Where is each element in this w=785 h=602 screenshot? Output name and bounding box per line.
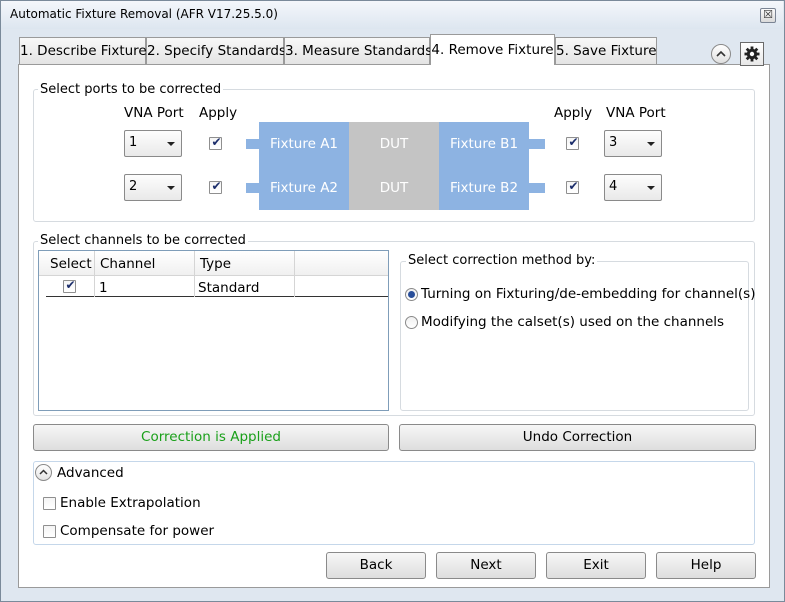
method-calset-label[interactable]: Modifying the calset(s) used on the chan…: [421, 314, 724, 330]
right-connector-1: [529, 139, 545, 149]
right-apply-header: Apply: [554, 105, 593, 121]
col-divider: [94, 251, 95, 297]
fixture-a1-block: Fixture A1: [259, 122, 349, 166]
chevron-up-icon: [39, 469, 48, 475]
back-button[interactable]: Back: [326, 552, 426, 579]
column-header-select[interactable]: Select: [50, 256, 92, 272]
method-fixturing-radio[interactable]: [405, 288, 418, 301]
fixture-b1-block: Fixture B1: [439, 122, 529, 166]
tab-specify-standards[interactable]: 2. Specify Standards: [146, 37, 286, 64]
channel-number: 1: [99, 280, 108, 296]
left-apply-checkbox-2[interactable]: ✔: [209, 179, 222, 194]
window-title: Automatic Fixture Removal (AFR V17.25.5.…: [10, 7, 278, 21]
advanced-collapse-button[interactable]: [35, 464, 52, 481]
check-icon: ✔: [568, 135, 579, 149]
exit-button[interactable]: Exit: [546, 552, 646, 579]
advanced-label[interactable]: Advanced: [57, 465, 124, 481]
check-icon: ✔: [211, 135, 222, 149]
correction-status-label: Correction is Applied: [141, 429, 281, 445]
right-port-select-2[interactable]: 4: [604, 174, 662, 201]
left-port-value-1: 1: [129, 135, 138, 150]
left-apply-checkbox-1[interactable]: ✔: [209, 135, 222, 150]
method-calset-radio[interactable]: [405, 316, 418, 329]
channel-type[interactable]: Standard: [198, 280, 259, 296]
chevron-down-icon: [167, 186, 175, 190]
column-header-channel[interactable]: Channel: [100, 256, 155, 272]
method-group: [400, 261, 749, 411]
chevron-down-icon: [647, 142, 655, 146]
tab-measure-standards[interactable]: 3. Measure Standards: [284, 37, 432, 64]
tab-save-fixture[interactable]: 5. Save Fixture: [555, 37, 657, 64]
right-port-value-1: 3: [609, 135, 618, 150]
enable-extrapolation-label[interactable]: Enable Extrapolation: [60, 495, 201, 511]
fixture-b2-block: Fixture B2: [439, 166, 529, 210]
fixture-a2-block: Fixture A2: [259, 166, 349, 210]
settings-button[interactable]: [740, 42, 764, 66]
dut-block-2: DUT: [349, 166, 439, 210]
left-port-value-2: 2: [129, 179, 138, 194]
chevron-down-icon: [647, 186, 655, 190]
help-button[interactable]: Help: [656, 552, 756, 579]
right-port-select-1[interactable]: 3: [604, 130, 662, 157]
right-vna-port-header: VNA Port: [606, 105, 666, 121]
check-icon: ✔: [211, 179, 222, 193]
channel-select-checkbox[interactable]: ✔: [63, 278, 76, 293]
left-connector-2: [246, 183, 260, 193]
left-port-select-2[interactable]: 2: [124, 174, 182, 201]
right-port-value-2: 4: [609, 179, 618, 194]
col-divider: [194, 251, 195, 297]
close-window-button[interactable]: ☒: [760, 8, 776, 23]
collapse-button[interactable]: [711, 44, 731, 64]
check-icon: ✔: [65, 278, 76, 292]
right-apply-checkbox-2[interactable]: ✔: [566, 179, 579, 194]
right-apply-checkbox-1[interactable]: ✔: [566, 135, 579, 150]
right-connector-2: [529, 183, 545, 193]
gear-icon: [744, 46, 760, 62]
radio-selected-dot: [408, 291, 415, 298]
left-connector-1: [246, 139, 260, 149]
left-port-select-1[interactable]: 1: [124, 130, 182, 157]
enable-extrapolation-checkbox[interactable]: [43, 497, 56, 510]
check-icon: ✔: [568, 179, 579, 193]
close-icon: ☒: [763, 8, 773, 21]
next-button[interactable]: Next: [436, 552, 536, 579]
method-fixturing-label[interactable]: Turning on Fixturing/de-embedding for ch…: [421, 286, 755, 302]
left-apply-header: Apply: [199, 105, 238, 121]
tab-remove-fixture[interactable]: 4. Remove Fixture: [430, 34, 555, 65]
method-group-label: Select correction method by:: [406, 253, 598, 268]
compensate-power-label[interactable]: Compensate for power: [60, 523, 214, 539]
correction-status-button[interactable]: Correction is Applied: [33, 424, 389, 451]
column-header-type[interactable]: Type: [200, 256, 231, 272]
tab-describe-fixture[interactable]: 1. Describe Fixture: [19, 37, 147, 64]
chevron-down-icon: [167, 142, 175, 146]
channels-group-label: Select channels to be corrected: [38, 233, 248, 248]
dut-block-1: DUT: [349, 122, 439, 166]
compensate-power-checkbox[interactable]: [43, 525, 56, 538]
left-vna-port-header: VNA Port: [124, 105, 184, 121]
col-divider: [294, 251, 295, 297]
ports-group-label: Select ports to be corrected: [38, 82, 224, 97]
chevron-up-icon: [716, 50, 726, 57]
undo-correction-button[interactable]: Undo Correction: [399, 424, 756, 451]
